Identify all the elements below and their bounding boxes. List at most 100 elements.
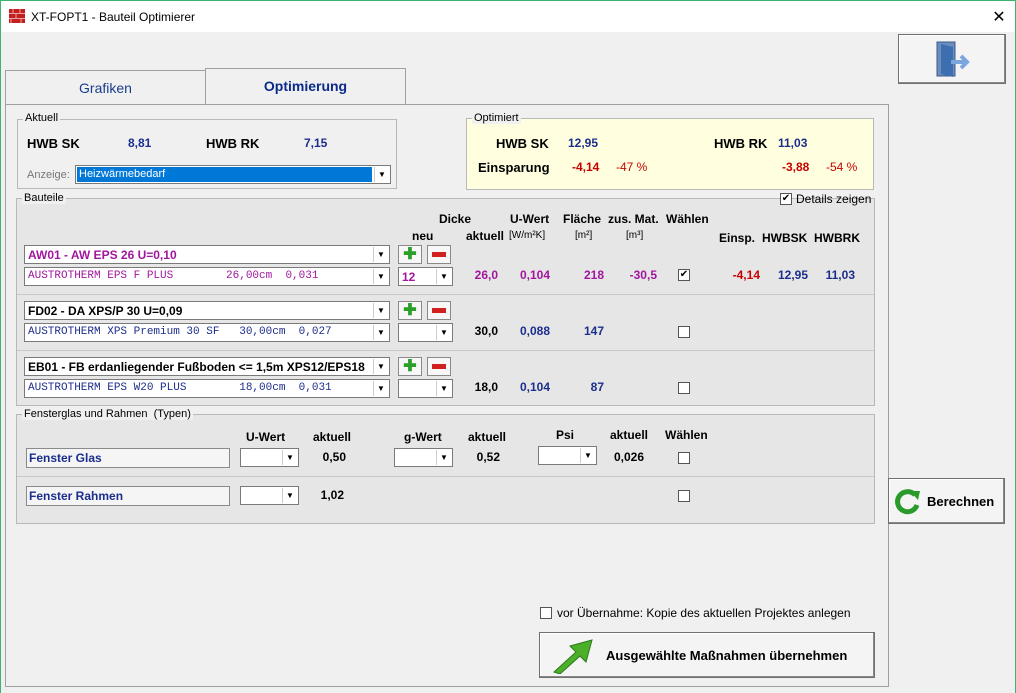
chevron-down-icon[interactable]: ▼ xyxy=(436,381,451,396)
glas-gwert-select[interactable]: ▼ xyxy=(394,448,453,467)
material-name: AUSTROTHERM XPS Premium 30 SF 30,00cm 0,… xyxy=(28,326,332,338)
rahmen-waehlen-checkbox[interactable] xyxy=(678,490,690,502)
rahmen-uwert-select[interactable]: ▼ xyxy=(240,486,299,505)
chevron-down-icon[interactable]: ▼ xyxy=(373,359,388,374)
refresh-icon xyxy=(895,489,920,515)
plus-icon: ✚ xyxy=(403,302,417,319)
chevron-down-icon[interactable]: ▼ xyxy=(436,450,451,465)
einsparung-rk-diff: -3,88 xyxy=(782,160,810,174)
col-zusmat-unit: [m³] xyxy=(626,230,644,241)
chevron-down-icon[interactable]: ▼ xyxy=(373,269,388,284)
einsparung-label: Einsparung xyxy=(478,160,550,175)
chevron-down-icon[interactable]: ▼ xyxy=(373,247,388,262)
bauteil-name: EB01 - FB erdanliegender Fußboden <= 1,5… xyxy=(28,360,365,374)
bauteil-select-eb01[interactable]: EB01 - FB erdanliegender Fußboden <= 1,5… xyxy=(24,357,390,376)
remove-layer-button-eb01[interactable] xyxy=(427,357,451,376)
bauteil-select-aw01[interactable]: AW01 - AW EPS 26 U=0,10 ▼ xyxy=(24,245,390,264)
col-hwbsk: HWBSK xyxy=(762,231,808,245)
col-waehlen: Wählen xyxy=(666,212,709,226)
window-title: XT-FOPT1 - Bauteil Optimierer xyxy=(31,10,196,24)
app-icon xyxy=(9,9,25,23)
fenster-rahmen-field: Fenster Rahmen xyxy=(26,486,230,506)
material-select-eb01[interactable]: AUSTROTHERM EPS W20 PLUS 18,00cm 0,031 ▼ xyxy=(24,379,390,398)
chevron-down-icon[interactable]: ▼ xyxy=(373,381,388,396)
flaeche-value: 87 xyxy=(590,380,604,394)
tab-optimierung[interactable]: Optimierung xyxy=(205,68,406,104)
einsparung-sk-pct: -47 % xyxy=(616,160,648,174)
neu-select-aw01[interactable]: 12 ▼ xyxy=(398,267,453,286)
arrow-up-right-icon xyxy=(553,639,593,674)
kopie-checkbox[interactable] xyxy=(540,607,552,619)
chevron-down-icon[interactable]: ▼ xyxy=(436,269,451,284)
material-select-aw01[interactable]: AUSTROTHERM EPS F PLUS 26,00cm 0,031 ▼ xyxy=(24,267,390,286)
chevron-down-icon[interactable]: ▼ xyxy=(282,450,297,465)
remove-layer-button-fd02[interactable] xyxy=(427,301,451,320)
anzeige-label: Anzeige: xyxy=(27,169,70,181)
chevron-down-icon[interactable]: ▼ xyxy=(436,325,451,340)
aktuell-value: 26,0 xyxy=(474,268,498,282)
aktuell-legend: Aktuell xyxy=(23,112,61,124)
row-divider xyxy=(17,476,874,477)
add-layer-button-fd02[interactable]: ✚ xyxy=(398,301,422,320)
uebernehmen-button[interactable]: Ausgewählte Maßnahmen übernehmen xyxy=(539,632,875,678)
details-checkbox[interactable]: ✔ xyxy=(780,193,792,205)
berechnen-label: Berechnen xyxy=(927,494,995,509)
row-divider xyxy=(17,350,874,351)
neu-select-eb01[interactable]: ▼ xyxy=(398,379,453,398)
remove-layer-button-aw01[interactable] xyxy=(427,245,451,264)
col-dicke: Dicke xyxy=(439,212,472,226)
aktuell-hwb-sk-value: 8,81 xyxy=(128,136,152,150)
anzeige-select[interactable]: Heizwärmebedarf ▼ xyxy=(75,165,391,184)
material-name: AUSTROTHERM EPS F PLUS 26,00cm 0,031 xyxy=(28,270,319,282)
col-hwbrk: HWBRK xyxy=(814,231,860,245)
col-flaeche-unit: [m²] xyxy=(575,230,593,241)
col-psi: Psi xyxy=(556,428,575,442)
minus-icon xyxy=(432,308,446,313)
waehlen-checkbox-fd02[interactable] xyxy=(678,326,690,338)
chevron-down-icon[interactable]: ▼ xyxy=(373,303,388,318)
glas-psi-select[interactable]: ▼ xyxy=(538,446,597,465)
optimiert-hwb-rk-value: 11,03 xyxy=(778,136,808,150)
rahmen-u-aktuell: 1,02 xyxy=(320,488,344,502)
waehlen-checkbox-aw01[interactable]: ✔ xyxy=(678,269,690,281)
col-gwert: g-Wert xyxy=(404,430,442,444)
chevron-down-icon[interactable]: ▼ xyxy=(373,325,388,340)
col-zusmat: zus. Mat. xyxy=(608,212,659,226)
fenster-glas-field: Fenster Glas xyxy=(26,448,230,468)
chevron-down-icon[interactable]: ▼ xyxy=(580,448,595,463)
aktuell-hwb-rk-value: 7,15 xyxy=(304,136,328,150)
uwert-value: 0,088 xyxy=(519,324,550,338)
optimiert-hwb-rk-label: HWB RK xyxy=(714,136,768,151)
hwbrk-value: 11,03 xyxy=(825,268,855,282)
chevron-down-icon[interactable]: ▼ xyxy=(282,488,297,503)
waehlen-checkbox-eb01[interactable] xyxy=(678,382,690,394)
glas-uwert-select[interactable]: ▼ xyxy=(240,448,299,467)
details-label: Details zeigen xyxy=(796,192,872,206)
col-uwert: U-Wert xyxy=(510,212,550,226)
glas-waehlen-checkbox[interactable] xyxy=(678,452,690,464)
aktuell-value: 30,0 xyxy=(474,324,498,338)
glas-psi-aktuell: 0,026 xyxy=(613,450,644,464)
title-bar: XT-FOPT1 - Bauteil Optimierer ✕ xyxy=(0,0,1016,32)
minus-icon xyxy=(432,252,446,257)
bauteil-select-fd02[interactable]: FD02 - DA XPS/P 30 U=0,09 ▼ xyxy=(24,301,390,320)
exit-button[interactable] xyxy=(898,34,1006,84)
plus-icon: ✚ xyxy=(403,246,417,263)
tab-grafiken[interactable]: Grafiken xyxy=(5,70,206,106)
col-aktuell-g: aktuell xyxy=(468,430,507,444)
add-layer-button-eb01[interactable]: ✚ xyxy=(398,357,422,376)
bauteil-name: AW01 - AW EPS 26 U=0,10 xyxy=(28,248,177,262)
col-aktuell-psi: aktuell xyxy=(610,428,649,442)
chevron-down-icon[interactable]: ▼ xyxy=(374,167,389,182)
close-icon[interactable]: ✕ xyxy=(989,7,1009,27)
add-layer-button-aw01[interactable]: ✚ xyxy=(398,245,422,264)
material-name: AUSTROTHERM EPS W20 PLUS 18,00cm 0,031 xyxy=(28,382,332,394)
aktuell-value: 18,0 xyxy=(474,380,498,394)
optimiert-group xyxy=(466,118,874,190)
neu-select-fd02[interactable]: ▼ xyxy=(398,323,453,342)
material-select-fd02[interactable]: AUSTROTHERM XPS Premium 30 SF 30,00cm 0,… xyxy=(24,323,390,342)
glas-u-aktuell: 0,50 xyxy=(322,450,346,464)
berechnen-button[interactable]: Berechnen xyxy=(888,478,1005,524)
neu-value: 12 xyxy=(402,270,416,284)
exit-door-icon xyxy=(936,41,970,77)
